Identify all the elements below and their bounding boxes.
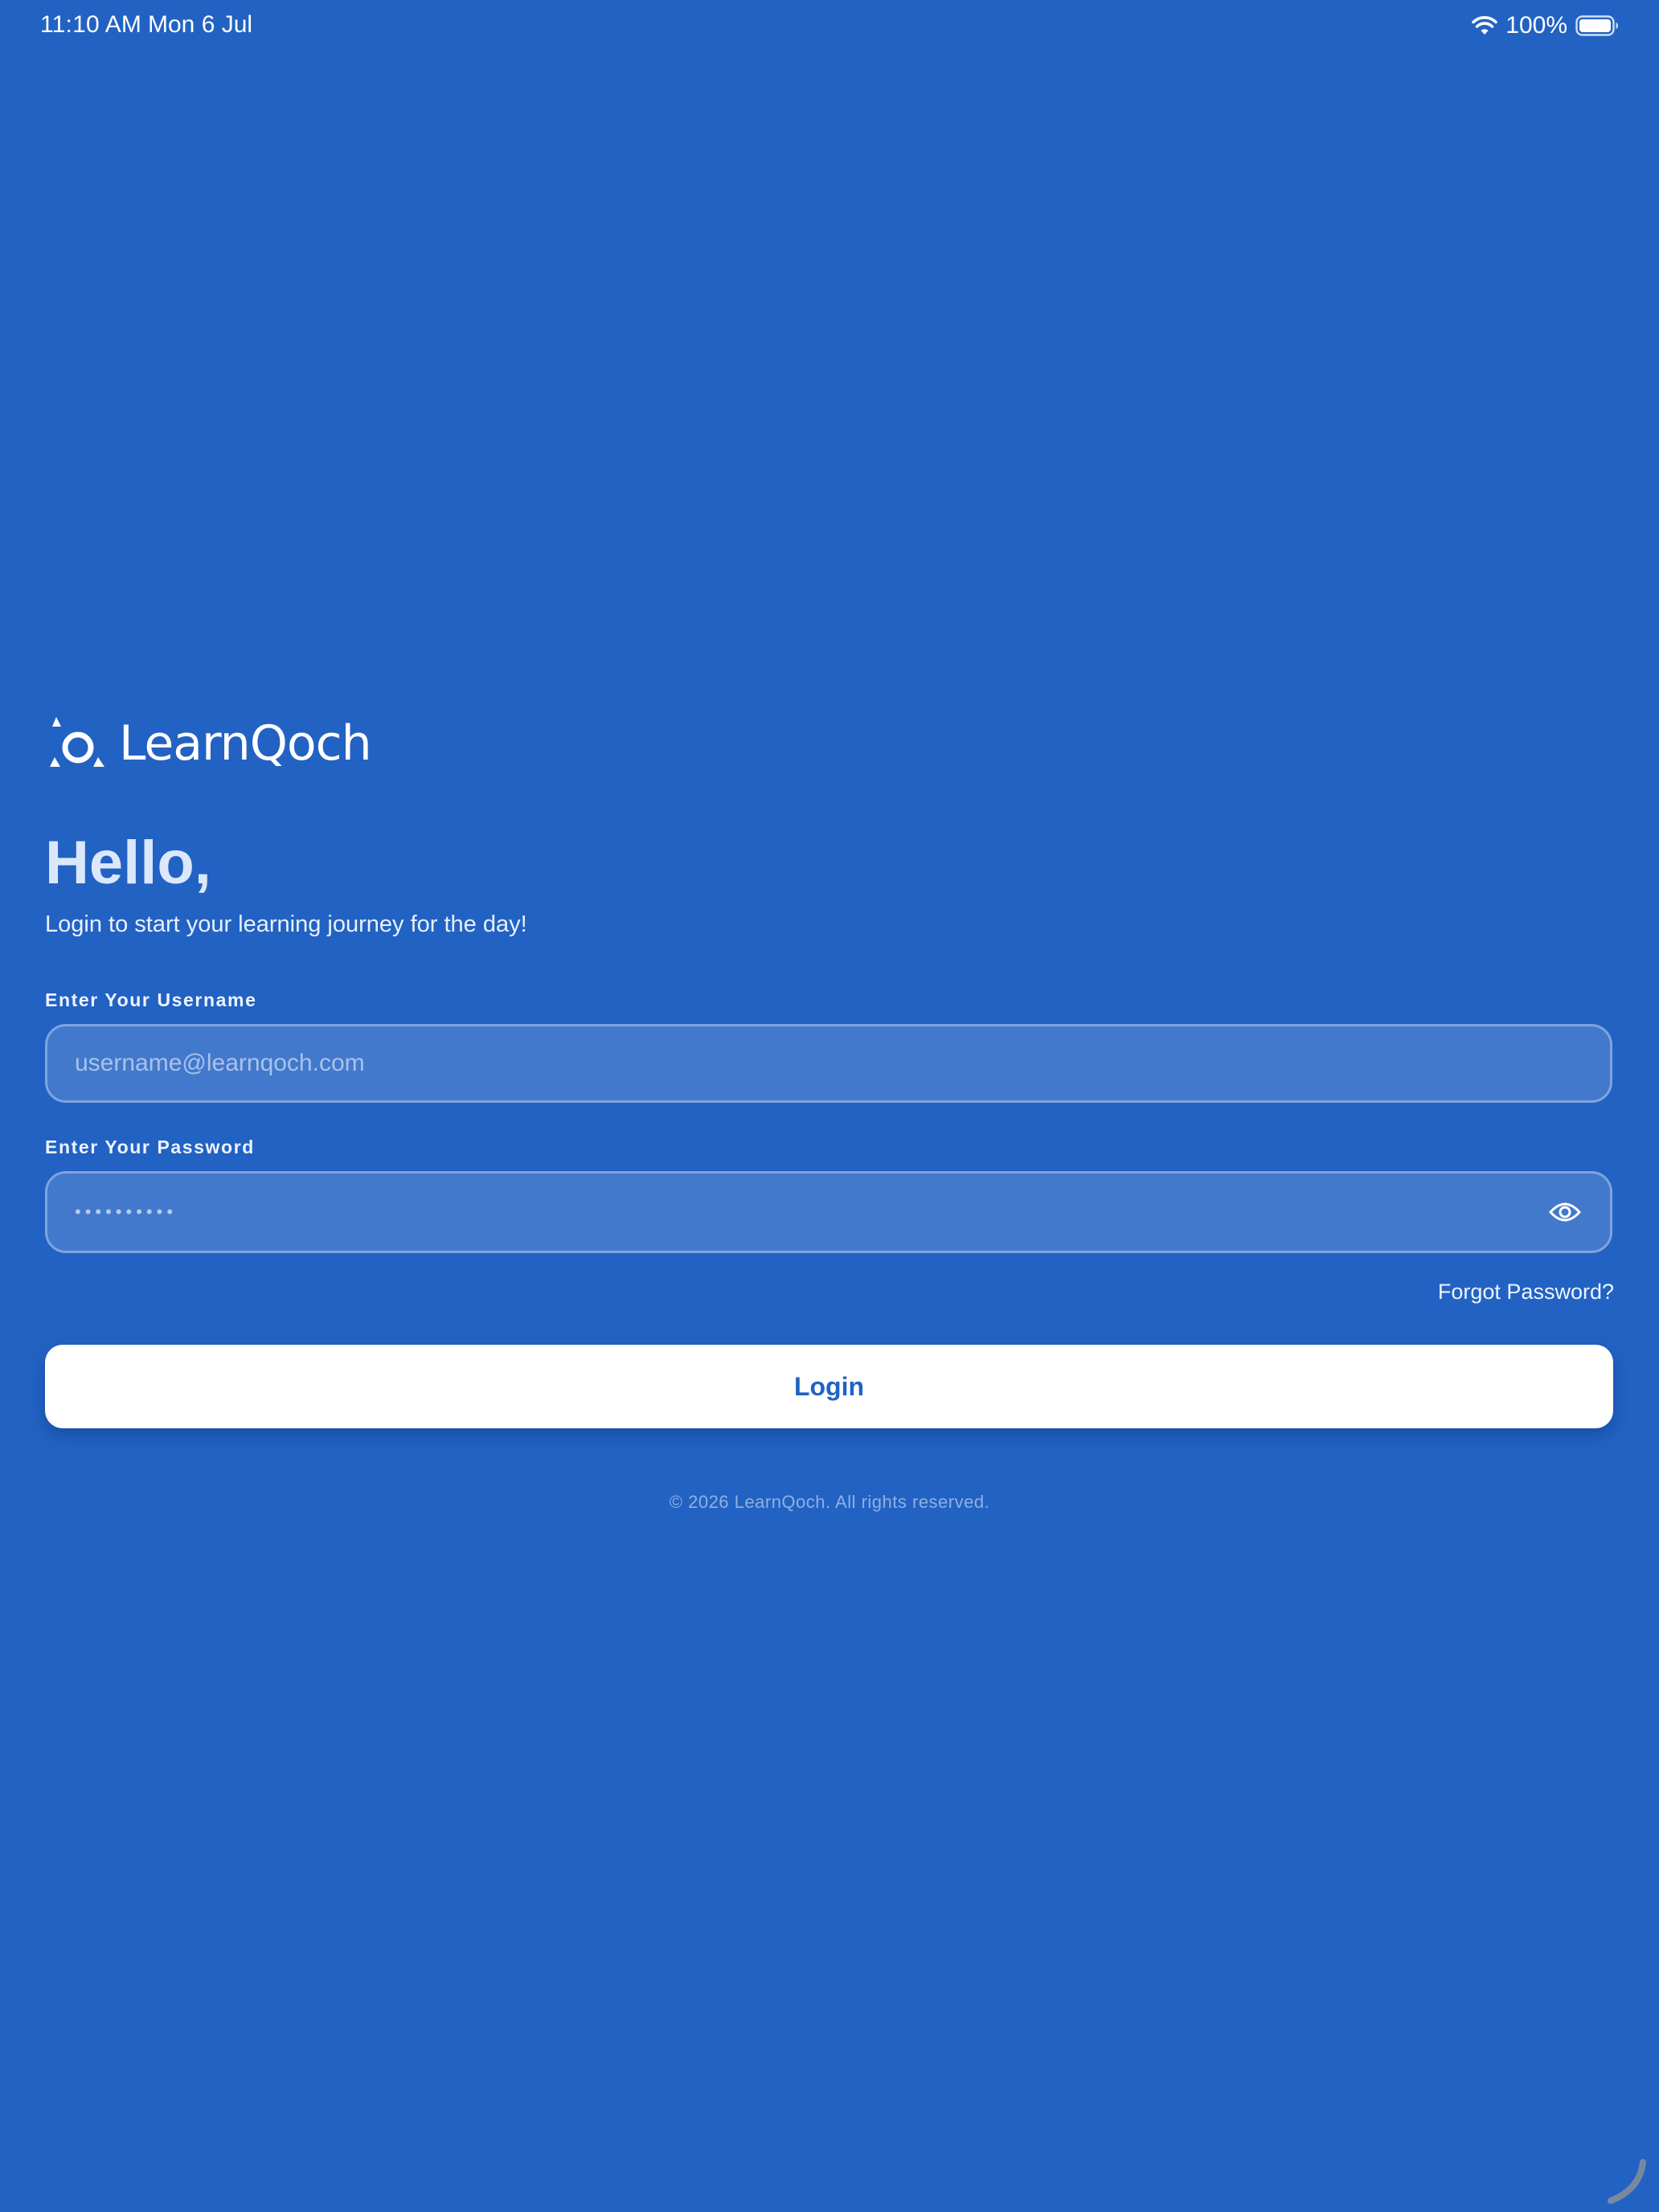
brand-name: LearnQoch [119, 715, 372, 772]
battery-icon [1575, 15, 1618, 36]
battery-percent: 100% [1505, 12, 1567, 39]
eye-icon [1549, 1202, 1581, 1222]
forgot-password-link[interactable]: Forgot Password? [1438, 1280, 1614, 1305]
wifi-icon [1472, 16, 1498, 35]
learnqoch-logo-mark-icon [50, 717, 104, 767]
status-date: Mon 6 Jul [148, 11, 253, 38]
username-input[interactable] [75, 1026, 1522, 1100]
greeting-subtitle: Login to start your learning journey for… [45, 911, 527, 937]
footer-copyright: © 2026 LearnQoch. All rights reserved. [669, 1492, 990, 1512]
login-button[interactable]: Login [45, 1345, 1613, 1428]
status-time: 11:10 AM [40, 11, 142, 38]
home-indicator [1608, 2159, 1646, 2204]
password-visibility-toggle[interactable] [1547, 1194, 1583, 1230]
status-bar: 11:10 AM Mon 6 Jul 100% [0, 0, 1659, 53]
status-indicators: 100% [1472, 11, 1619, 40]
password-label: Enter Your Password [45, 1137, 255, 1157]
password-field[interactable]: •••••••••• [45, 1171, 1612, 1253]
greeting-title: Hello, [45, 829, 211, 897]
username-field[interactable] [45, 1024, 1612, 1103]
brand-logo: LearnQoch [48, 715, 372, 772]
password-masked-value[interactable]: •••••••••• [75, 1174, 177, 1251]
username-label: Enter Your Username [45, 989, 257, 1010]
